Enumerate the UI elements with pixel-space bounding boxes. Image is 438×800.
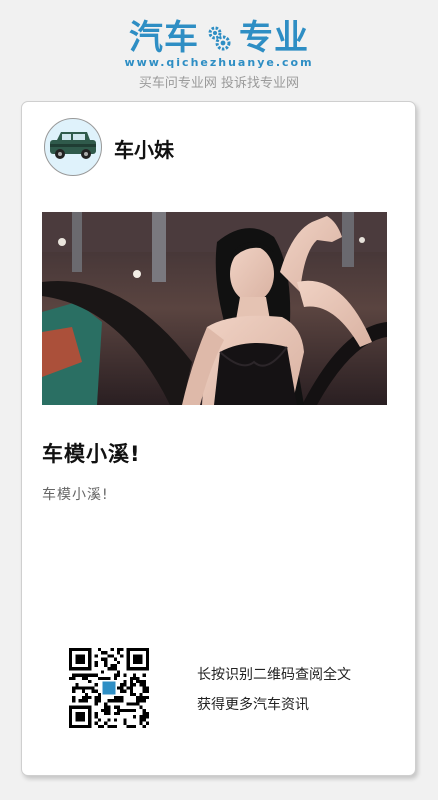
qr-code[interactable] [69,648,149,728]
site-url: www.qichezhuanye.com [124,56,314,69]
avatar[interactable] [44,118,102,176]
article-photo[interactable] [42,212,387,405]
author-name: 车小妹 [114,138,174,162]
gear-icon [208,26,231,51]
site-logo[interactable]: 汽车 专业 [0,18,438,58]
cta-line-1: 长按识别二维码查阅全文 [197,667,351,683]
site-header: 汽车 专业 www.qichezhuanye.com 买车问专业网 投诉找专业网 [0,0,438,100]
article-summary: 车模小溪! [42,487,109,503]
site-slogan: 买车问专业网 投诉找专业网 [138,76,300,91]
logo-text-part2: 专业 [239,18,309,58]
photo-image [42,212,387,405]
car-icon [50,132,96,159]
share-card: 车小妹 车模小溪! 车模小溪! 长按识别二维码查阅全文 获得更多汽车资讯 [21,101,416,776]
qr-code-icon [69,648,149,728]
article-title: 车模小溪! [42,442,141,466]
cta-line-2: 获得更多汽车资讯 [197,697,309,713]
logo-text-part1: 汽车 [129,18,199,58]
